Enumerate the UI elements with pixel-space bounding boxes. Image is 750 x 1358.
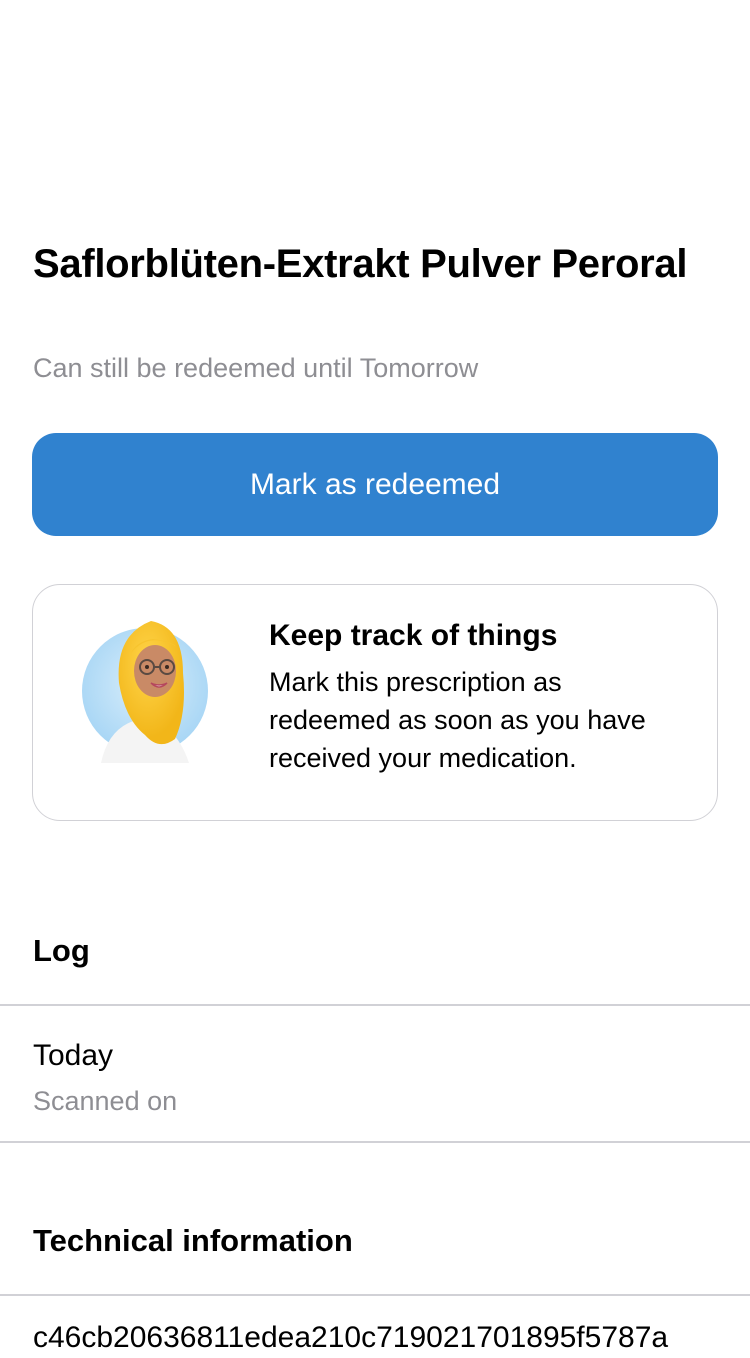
hint-title: Keep track of things bbox=[269, 619, 558, 652]
log-section-header: Log bbox=[33, 933, 90, 968]
divider bbox=[0, 1294, 750, 1296]
log-entry-description: Scanned on bbox=[33, 1086, 178, 1116]
redeem-status-text: Can still be redeemed until Tomorrow bbox=[33, 353, 479, 383]
access-code-value[interactable]: c46cb20636811edea210c719021701895f5787a bbox=[33, 1318, 733, 1358]
doctor-avatar-icon bbox=[79, 613, 219, 763]
technical-info-header: Technical information bbox=[33, 1223, 353, 1258]
log-entry-date: Today bbox=[33, 1039, 114, 1072]
mark-as-redeemed-button[interactable]: Mark as redeemed bbox=[32, 433, 718, 536]
hint-card: Keep track of things Mark this prescript… bbox=[32, 584, 718, 821]
prescription-title: Saflorblüten-Extrakt Pulver Peroral bbox=[33, 242, 688, 286]
hint-text: Mark this prescription as redeemed as so… bbox=[269, 667, 646, 773]
divider bbox=[0, 1004, 750, 1006]
divider bbox=[0, 1141, 750, 1143]
